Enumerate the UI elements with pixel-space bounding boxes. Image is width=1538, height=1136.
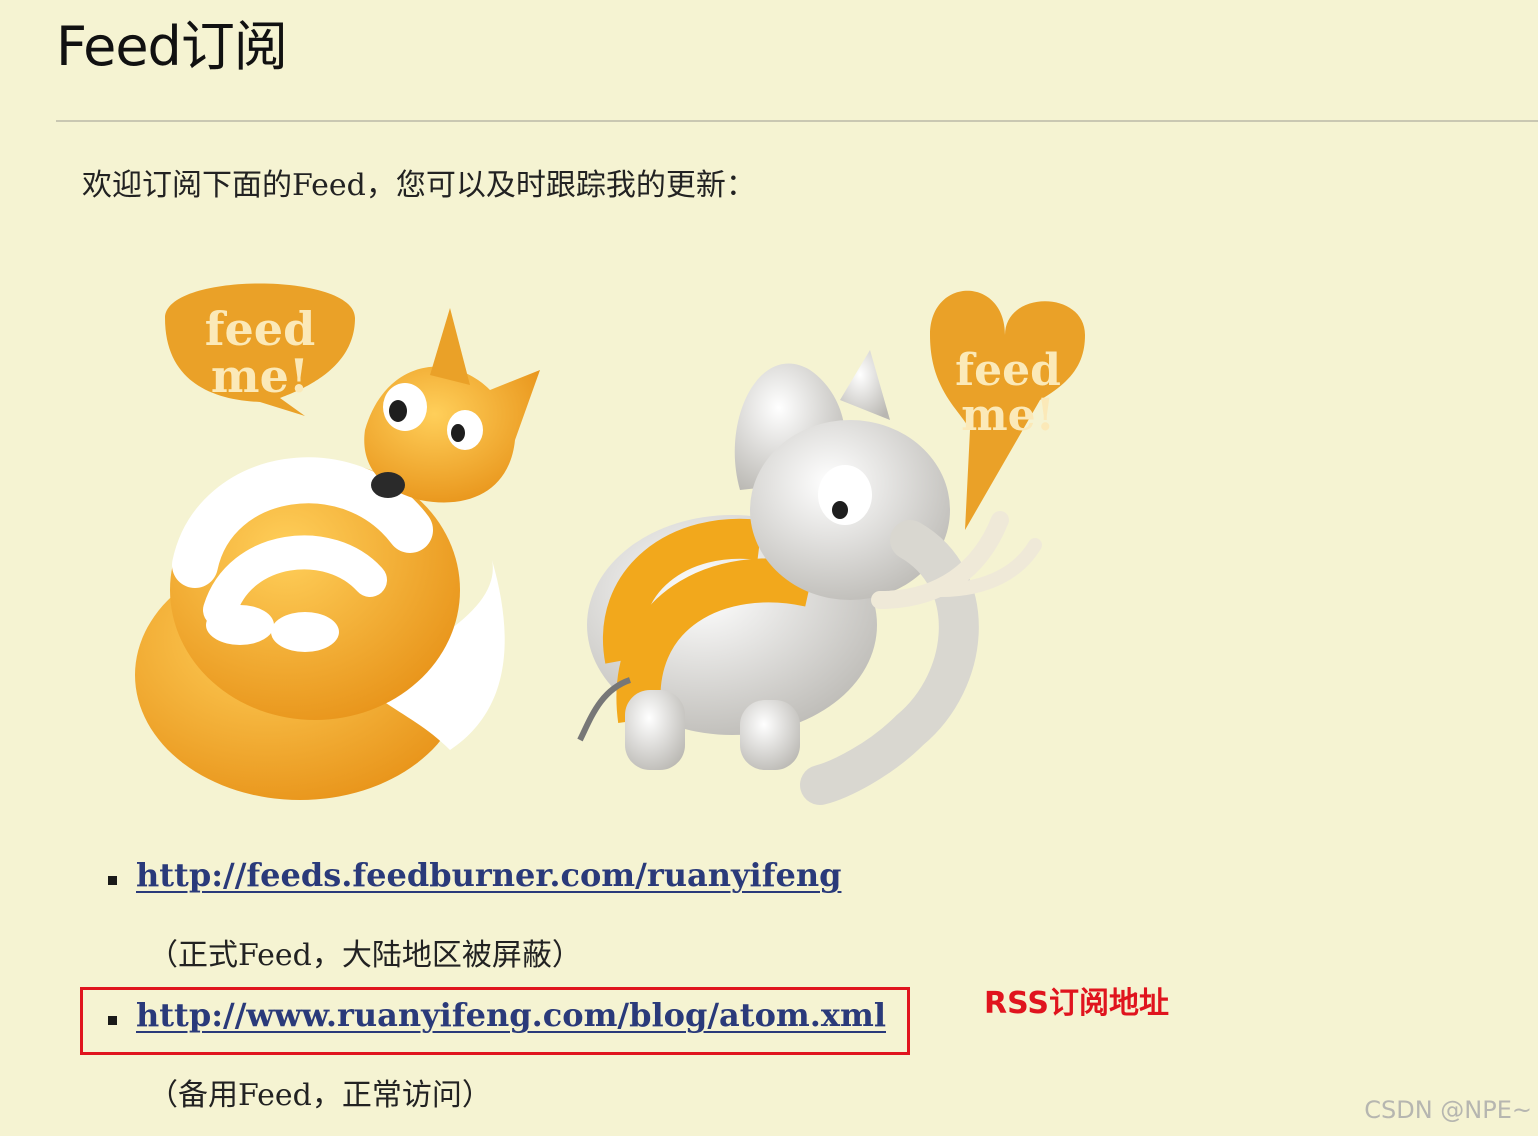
fox-bubble-line1: feed: [205, 302, 316, 356]
title-divider: [56, 120, 1538, 122]
feed-me-illustration: feed me! feed me!: [135, 283, 1085, 805]
elephant-bubble-line2: me!: [961, 390, 1055, 441]
feed-note-atom: （备用Feed，正常访问）: [148, 1078, 492, 1113]
rss-annotation: RSS订阅地址: [984, 986, 1169, 1021]
elephant-bubble-line1: feed: [955, 345, 1061, 396]
highlight-box: [80, 987, 910, 1055]
elephant-figure: feed me!: [577, 290, 1085, 805]
fox-bubble-line2: me!: [211, 349, 309, 403]
feed-link-feedburner[interactable]: http://feeds.feedburner.com/ruanyifeng: [136, 856, 841, 894]
intro-text: 欢迎订阅下面的Feed，您可以及时跟踪我的更新：: [82, 168, 756, 203]
feed-note-feedburner: （正式Feed，大陆地区被屏蔽）: [148, 938, 582, 973]
list-bullet: [108, 876, 117, 885]
fox-figure: feed me!: [135, 283, 540, 800]
page-title: Feed订阅: [56, 15, 288, 78]
watermark: CSDN @NPE~: [1364, 1096, 1532, 1124]
